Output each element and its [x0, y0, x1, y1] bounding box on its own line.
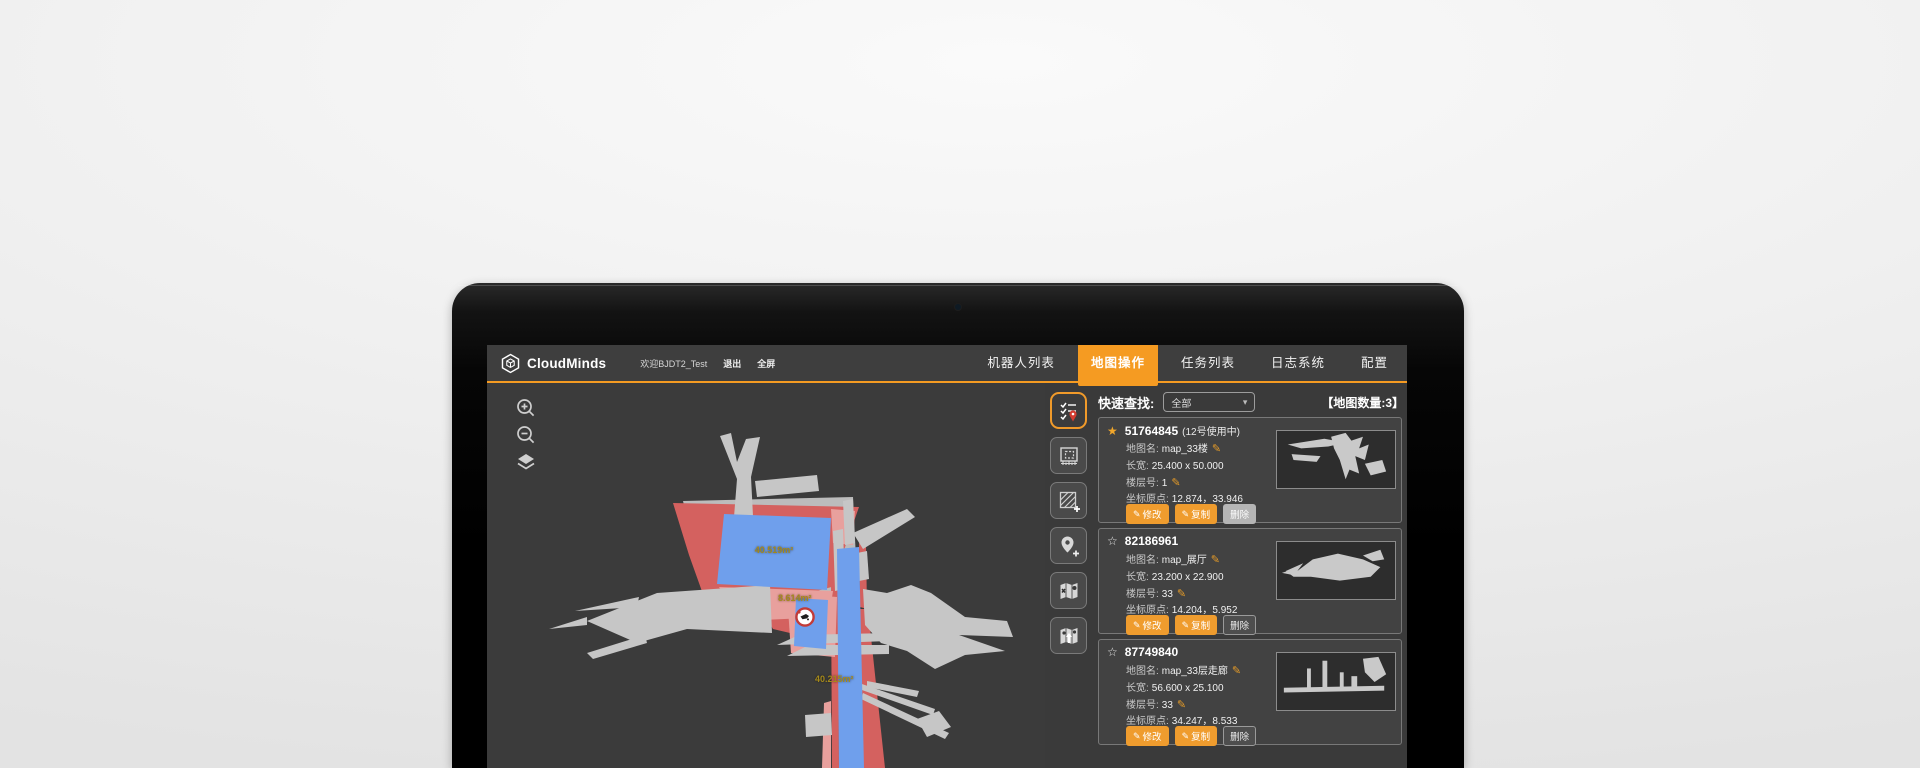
map-controls [513, 395, 539, 476]
field-name: 地图名:map_展厅✎ [1126, 551, 1220, 566]
delete-button[interactable]: 删除 [1223, 504, 1256, 524]
edit-pencil-icon[interactable]: ✎ [1211, 554, 1220, 566]
edit-pencil-icon[interactable]: ✎ [1171, 477, 1180, 489]
edit-map-tool[interactable] [1050, 572, 1087, 609]
field-floor: 楼层号:33✎ [1126, 696, 1186, 711]
card-title: ☆ 87749840 [1107, 645, 1178, 659]
zoom-out-button[interactable] [513, 422, 539, 448]
tab-log-system[interactable]: 日志系统 [1258, 345, 1338, 381]
tab-config[interactable]: 配置 [1348, 345, 1401, 381]
field-origin: 坐标原点:14.204，5.952 [1126, 601, 1237, 616]
modify-button[interactable]: ✎修改 [1126, 504, 1169, 524]
brand-logo: CloudMinds [500, 353, 606, 374]
pencil-icon: ✎ [1133, 731, 1141, 742]
layers-button[interactable] [513, 449, 539, 475]
star-outline-icon[interactable]: ☆ [1107, 645, 1118, 659]
logout-link[interactable]: 退出 [723, 357, 741, 370]
pencil-icon: ✎ [1133, 509, 1141, 520]
zoom-in-button[interactable] [513, 395, 539, 421]
card-actions: ✎修改 ✎复制 删除 [1126, 615, 1262, 635]
delete-button[interactable]: 删除 [1223, 726, 1256, 746]
star-outline-icon[interactable]: ☆ [1107, 534, 1118, 548]
card-title: ★ 51764845 (12号使用中) [1107, 423, 1240, 438]
tab-task-list[interactable]: 任务列表 [1168, 345, 1248, 381]
welcome-text: 欢迎BJDT2_Test [640, 357, 707, 370]
map-card[interactable]: ☆ 87749840 地图名:map_33层走廊✎ 长宽:56.600 x 25… [1098, 639, 1402, 745]
field-size: 长宽:23.200 x 22.900 [1126, 568, 1224, 583]
field-size: 长宽:25.400 x 50.000 [1126, 457, 1224, 472]
measure-area-tool[interactable] [1050, 437, 1087, 474]
modify-button[interactable]: ✎修改 [1126, 615, 1169, 635]
field-floor: 楼层号:1✎ [1126, 474, 1181, 489]
area-label-1: 40.519m² [737, 545, 811, 555]
edit-pencil-icon[interactable]: ✎ [1177, 699, 1186, 711]
copy-button[interactable]: ✎复制 [1175, 615, 1218, 635]
map-id: 51764845 [1125, 424, 1178, 438]
field-origin: 坐标原点:34.247，8.533 [1126, 712, 1237, 727]
content-area: 40.519m² 8.614m² 40.215m² [487, 383, 1407, 768]
robot-marker[interactable] [794, 606, 816, 633]
chevron-down-icon: ▾ [1243, 397, 1248, 408]
add-zone-tool[interactable] [1050, 482, 1087, 519]
map-id: 87749840 [1125, 645, 1178, 659]
field-size: 长宽:56.600 x 25.100 [1126, 679, 1224, 694]
tab-robot-list[interactable]: 机器人列表 [974, 345, 1068, 381]
area-label-2: 8.614m² [778, 593, 812, 603]
map-thumbnail[interactable] [1276, 652, 1396, 711]
cloudminds-hexagon-icon [500, 353, 521, 374]
field-name: 地图名:map_33楼✎ [1126, 440, 1221, 455]
pencil-icon: ✎ [1182, 731, 1190, 742]
upload-map-tool[interactable] [1050, 617, 1087, 654]
card-actions: ✎修改 ✎复制 删除 [1126, 504, 1262, 524]
field-name: 地图名:map_33层走廊✎ [1126, 662, 1241, 677]
map-drawing [487, 383, 1045, 768]
tab-map-operation[interactable]: 地图操作 [1078, 345, 1158, 386]
quick-find-label: 快速查找: [1098, 393, 1154, 412]
copy-button[interactable]: ✎复制 [1175, 726, 1218, 746]
map-canvas[interactable]: 40.519m² 8.614m² 40.215m² [487, 383, 1045, 768]
map-task-list-tool[interactable] [1050, 392, 1087, 429]
filter-value: 全部 [1171, 395, 1242, 410]
filter-dropdown[interactable]: 全部 ▾ [1163, 392, 1255, 412]
edit-pencil-icon[interactable]: ✎ [1212, 443, 1221, 455]
modify-button[interactable]: ✎修改 [1126, 726, 1169, 746]
panel-header: 快速查找: 全部 ▾ 【地图数量:3】 [1098, 392, 1404, 412]
webcam-dot [955, 304, 961, 310]
edit-pencil-icon[interactable]: ✎ [1177, 588, 1186, 600]
fullscreen-link[interactable]: 全屏 [757, 357, 775, 370]
card-title: ☆ 82186961 [1107, 534, 1178, 548]
in-use-badge: (12号使用中) [1182, 423, 1240, 438]
pencil-icon: ✎ [1182, 509, 1190, 520]
map-card[interactable]: ★ 51764845 (12号使用中) 地图名:map_33楼✎ 长宽:25.4… [1098, 417, 1402, 523]
field-floor: 楼层号:33✎ [1126, 585, 1186, 600]
top-navbar: CloudMinds 欢迎BJDT2_Test 退出 全屏 机器人列表 地图操作… [487, 345, 1407, 383]
area-label-3: 40.215m² [815, 674, 854, 684]
delete-button[interactable]: 删除 [1223, 615, 1256, 635]
map-id: 82186961 [1125, 534, 1178, 548]
app-window: CloudMinds 欢迎BJDT2_Test 退出 全屏 机器人列表 地图操作… [487, 345, 1407, 768]
card-actions: ✎修改 ✎复制 删除 [1126, 726, 1262, 746]
map-toolbar [1050, 392, 1090, 662]
main-nav: 机器人列表 地图操作 任务列表 日志系统 配置 [964, 345, 1401, 381]
copy-button[interactable]: ✎复制 [1175, 504, 1218, 524]
edit-pencil-icon[interactable]: ✎ [1232, 665, 1241, 677]
map-list-panel: 快速查找: 全部 ▾ 【地图数量:3】 ★ 51764845 (12号使用中) … [1098, 383, 1404, 768]
star-filled-icon[interactable]: ★ [1107, 424, 1118, 438]
field-origin: 坐标原点:12.874，33.946 [1126, 490, 1243, 505]
add-point-tool[interactable] [1050, 527, 1087, 564]
brand-name: CloudMinds [527, 356, 606, 371]
map-thumbnail[interactable] [1276, 541, 1396, 600]
map-count: 【地图数量:3】 [1321, 394, 1404, 411]
map-card[interactable]: ☆ 82186961 地图名:map_展厅✎ 长宽:23.200 x 22.90… [1098, 528, 1402, 634]
map-thumbnail[interactable] [1276, 430, 1396, 489]
pencil-icon: ✎ [1133, 620, 1141, 631]
pencil-icon: ✎ [1182, 620, 1190, 631]
